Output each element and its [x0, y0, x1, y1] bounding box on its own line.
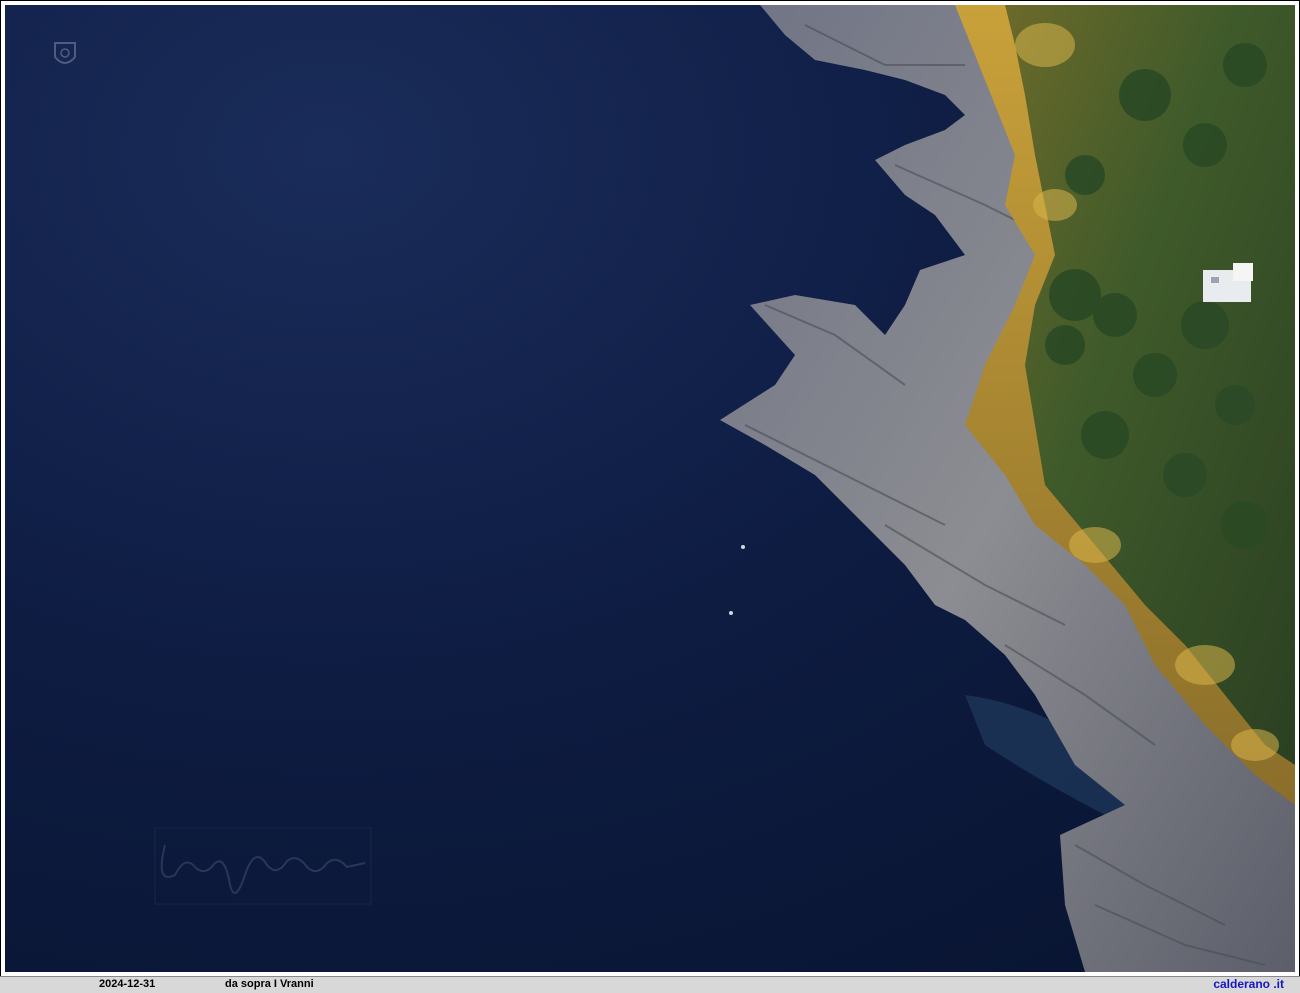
aerial-coast-image	[5, 5, 1295, 972]
boat	[741, 545, 745, 549]
photo-frame	[0, 0, 1300, 977]
photo-caption: da sopra I Vranni	[225, 978, 314, 990]
boat	[729, 611, 733, 615]
site-link[interactable]: calderano .it	[1213, 977, 1284, 991]
photo-date: 2024-12-31	[99, 978, 156, 990]
photo-footer: 2024-12-31 da sopra I Vranni calderano .…	[0, 976, 1300, 993]
aerial-photo	[5, 5, 1295, 972]
